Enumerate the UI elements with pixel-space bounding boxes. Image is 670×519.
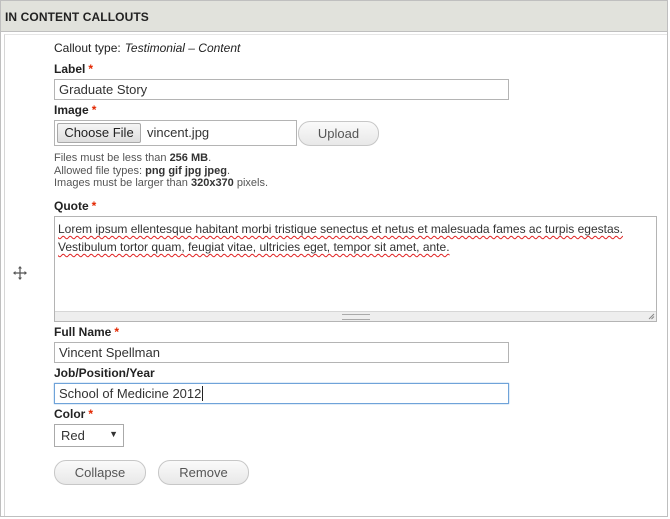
help-dims-prefix: Images must be larger than (54, 177, 191, 189)
help-dims-value: 320x370 (190, 177, 234, 189)
resize-grip-icon[interactable] (648, 313, 655, 320)
help-types-suffix: . (226, 164, 231, 177)
required-marker: * (88, 62, 94, 76)
help-dims-suffix: pixels. (233, 177, 269, 189)
help-size-value: 256 MB (169, 152, 209, 164)
job-input-value: School of Medicine 2012 (59, 386, 202, 401)
label-input[interactable]: Graduate Story (54, 79, 509, 100)
help-types-prefix: Allowed file types: (54, 164, 146, 177)
chevron-down-icon: ▼ (109, 429, 118, 439)
label-field-label: Label * (54, 62, 93, 76)
upload-button[interactable]: Upload (298, 121, 379, 146)
grip-lines (342, 314, 370, 320)
full-name-input[interactable]: Vincent Spellman (54, 342, 509, 363)
help-size-suffix: . (208, 152, 212, 164)
callout-type-value: Testimonial – Content (124, 41, 241, 55)
job-input[interactable]: School of Medicine 2012 (54, 383, 509, 404)
image-field-label-text: Image (54, 103, 89, 117)
help-size-prefix: Files must be less than (54, 152, 170, 164)
help-types-value: png gif jpg jpeg (145, 164, 227, 177)
panel-header: IN CONTENT CALLOUTS (1, 1, 667, 32)
collapse-button[interactable]: Collapse (54, 460, 146, 485)
full-name-field-label: Full Name * (54, 325, 119, 339)
callout-type-label: Callout type: (54, 41, 121, 55)
required-marker: * (91, 103, 97, 117)
quote-text: Lorem ipsum ellentesque habitant morbi t… (58, 222, 623, 254)
full-name-input-value: Vincent Spellman (59, 345, 160, 360)
quote-field-label: Quote * (54, 199, 96, 213)
label-input-value: Graduate Story (59, 82, 148, 97)
file-input[interactable]: Choose File vincent.jpg (54, 120, 297, 146)
image-help-text: Files must be less than 256 MB. Allowed … (54, 152, 268, 190)
selected-file-name: vincent.jpg (147, 125, 210, 140)
quote-textarea[interactable]: Lorem ipsum ellentesque habitant morbi t… (54, 216, 657, 322)
required-marker: * (91, 199, 97, 213)
color-field-label: Color * (54, 407, 93, 421)
full-name-field-label-text: Full Name (54, 325, 112, 339)
color-field-label-text: Color (54, 407, 86, 421)
quote-field-label-text: Quote (54, 199, 89, 213)
image-field-label: Image * (54, 103, 96, 117)
color-select-value: Red (61, 428, 85, 443)
help-types-line: Allowed file types: png gif jpg jpeg. (54, 165, 268, 178)
required-marker: * (114, 325, 120, 339)
choose-file-button[interactable]: Choose File (57, 123, 141, 143)
help-dims-line: Images must be larger than 320x370 pixel… (54, 177, 268, 190)
drag-handle-icon[interactable] (12, 266, 28, 282)
textarea-resize-grip[interactable] (55, 311, 656, 321)
color-select[interactable]: Red ▼ (54, 424, 124, 447)
help-size-line: Files must be less than 256 MB. (54, 152, 268, 165)
remove-button[interactable]: Remove (158, 460, 249, 485)
panel-title: IN CONTENT CALLOUTS (5, 10, 149, 24)
job-field-label: Job/Position/Year (54, 366, 155, 380)
label-field-label-text: Label (54, 62, 86, 76)
job-field-label-text: Job/Position/Year (54, 366, 155, 380)
required-marker: * (88, 407, 94, 421)
callout-type: Callout type: Testimonial – Content (54, 41, 240, 55)
text-cursor (202, 386, 204, 401)
